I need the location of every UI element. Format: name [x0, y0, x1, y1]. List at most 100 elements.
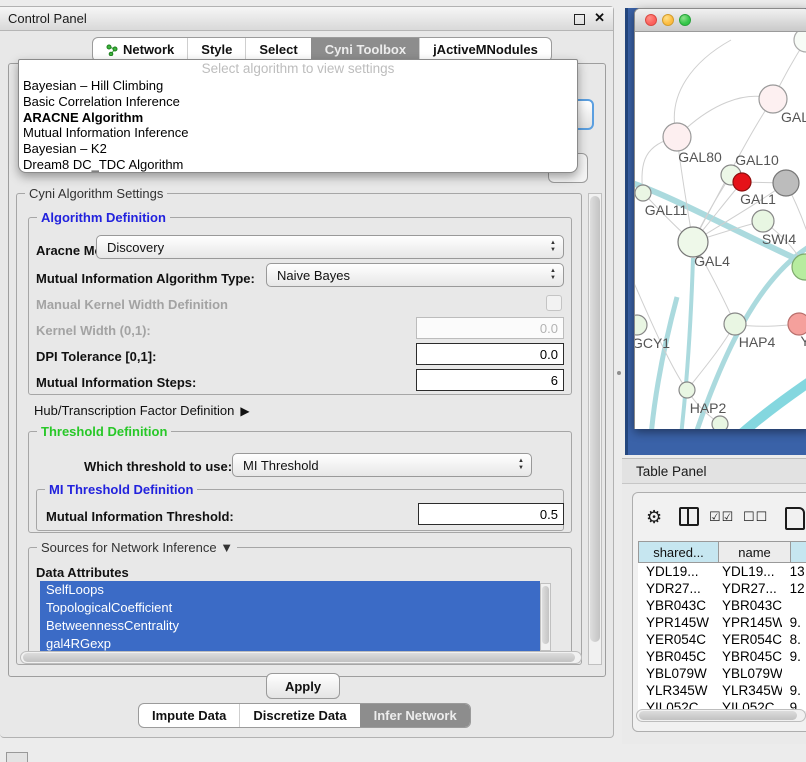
table-horizontal-scrollbar[interactable] [636, 709, 806, 722]
table-row[interactable]: YPR145WYPR145W9. [638, 614, 806, 631]
tab-cyni-toolbox[interactable]: Cyni Toolbox [311, 38, 419, 61]
collapse-down-icon: ▼ [220, 540, 233, 555]
column-header[interactable]: name [719, 541, 791, 563]
table-row[interactable]: YDR27...YDR27...12 [638, 580, 806, 597]
gear-icon[interactable]: ⚙ [646, 507, 662, 527]
node-hap4[interactable] [724, 313, 746, 335]
algorithm-option[interactable]: Basic Correlation Inference [19, 94, 577, 110]
data-attributes-list[interactable]: SelfLoopsTopologicalCoefficientBetweenne… [40, 581, 540, 653]
node-bottom[interactable] [712, 416, 728, 429]
algorithm-option[interactable]: ARACNE Algorithm [19, 110, 577, 126]
attributes-scrollbar-thumb[interactable] [542, 586, 549, 644]
export-table-icon[interactable] [785, 507, 805, 530]
node-salmon[interactable] [788, 313, 806, 335]
node-gcy1[interactable] [635, 315, 647, 335]
mi-steps-label: Mutual Information Steps: [36, 375, 196, 390]
table-cell: 12 [782, 581, 806, 596]
mi-threshold-field[interactable] [418, 503, 564, 525]
node-label: SWI4 [762, 231, 796, 247]
table-row[interactable]: YDL19...YDL19...13 [638, 563, 806, 580]
table-header-row: shared...nameA [638, 541, 806, 563]
network-canvas[interactable]: GALGAL80GAL10GAL1GAL11SWI4GAL4GCY1HAP4YH… [635, 32, 806, 429]
algorithm-option[interactable]: Bayesian – K2 [19, 141, 577, 157]
float-window-icon[interactable] [574, 14, 585, 25]
hub-definition-expander[interactable]: Hub/Transcription Factor Definition▶ [34, 403, 250, 418]
mac-zoom-icon[interactable] [679, 14, 691, 26]
control-panel: Control Panel ✕ NetworkStyleSelectCyni T… [0, 6, 614, 738]
attribute-item[interactable]: BetweennessCentrality [40, 617, 540, 635]
dpi-tolerance-field[interactable] [416, 343, 564, 365]
tab-style[interactable]: Style [187, 38, 245, 61]
kernel-width-label: Kernel Width (0,1): [36, 323, 151, 338]
table-hscrollbar-thumb[interactable] [639, 711, 797, 720]
tab-infer-network[interactable]: Infer Network [360, 704, 470, 727]
threshold-definition-legend: Threshold Definition [37, 424, 171, 439]
close-icon[interactable]: ✕ [594, 10, 605, 26]
column-header[interactable]: shared... [638, 541, 719, 563]
table-row[interactable]: YER054CYER054C8. [638, 631, 806, 648]
deselect-all-checkboxes-icon[interactable]: ☐☐ [743, 509, 768, 525]
table-row[interactable]: YBL079WYBL079W [638, 665, 806, 682]
node-label: GAL11 [645, 202, 688, 218]
mac-close-icon[interactable] [645, 14, 657, 26]
settings-vertical-scrollbar[interactable] [588, 193, 602, 665]
attributes-vertical-scrollbar[interactable] [540, 583, 551, 651]
table-row[interactable]: YLR345WYLR345W9. [638, 682, 806, 699]
aracne-mode-combo[interactable]: Discovery ▲▼ [96, 235, 564, 259]
attribute-item[interactable]: TopologicalCoefficient [40, 599, 540, 617]
tab-discretize-data[interactable]: Discretize Data [239, 704, 359, 727]
control-panel-titlebar: Control Panel ✕ [0, 7, 613, 31]
columns-icon[interactable] [679, 507, 699, 526]
mi-type-combo[interactable]: Naive Bayes ▲▼ [266, 263, 564, 287]
kernel-width-field[interactable] [416, 317, 564, 339]
table-cell: YDL19... [638, 564, 714, 579]
mi-threshold-label: Mutual Information Threshold: [46, 509, 234, 524]
table-row[interactable]: YBR045CYBR045C9. [638, 648, 806, 665]
tab-jactivemnodules[interactable]: jActiveMNodules [419, 38, 551, 61]
node-gray[interactable] [773, 170, 799, 196]
apply-button[interactable]: Apply [266, 673, 340, 699]
table-panel-titlebar: Table Panel [622, 458, 806, 484]
split-pane-handle[interactable] [617, 371, 621, 375]
settings-horizontal-scrollbar[interactable] [20, 651, 582, 664]
tab-impute-data[interactable]: Impute Data [139, 704, 239, 727]
settings-scrollbar-thumb[interactable] [590, 196, 600, 642]
table-cell: 13 [782, 564, 806, 579]
tab-select[interactable]: Select [245, 38, 310, 61]
table-cell: YBR043C [714, 598, 782, 613]
node-label: HAP4 [739, 334, 776, 350]
settings-hscrollbar-thumb[interactable] [23, 653, 575, 662]
column-header[interactable]: A [791, 541, 806, 563]
attribute-item[interactable]: SelfLoops [40, 581, 540, 599]
node-gal80[interactable] [663, 123, 691, 151]
algorithm-option[interactable]: Mutual Information Inference [19, 125, 577, 141]
combo-arrows-icon: ▲▼ [550, 268, 556, 282]
manual-kernel-checkbox[interactable] [546, 295, 562, 311]
network-window-titlebar[interactable] [635, 9, 806, 32]
mi-steps-field[interactable] [416, 369, 564, 391]
tab-network[interactable]: Network [93, 38, 187, 61]
table-cell: 9. [782, 649, 806, 664]
algorithm-option[interactable]: Bayesian – Hill Climbing [19, 78, 577, 94]
bottom-strip [0, 744, 806, 762]
which-threshold-combo[interactable]: MI Threshold ▲▼ [232, 453, 532, 477]
table-cell: YER054C [714, 632, 782, 647]
node-gal11[interactable] [635, 185, 651, 201]
node-table-card: ⚙ ☑☑ ☐☐ shared...nameA YDL19...YDL19...1… [632, 492, 806, 732]
minimized-panel-icon[interactable] [6, 752, 28, 762]
network-view-pane: GALGAL80GAL10GAL1GAL11SWI4GAL4GCY1HAP4YH… [625, 8, 806, 455]
sources-legend[interactable]: Sources for Network Inference ▼ [37, 540, 237, 555]
table-panel-title: Table Panel [622, 464, 707, 479]
network-icon [106, 44, 118, 56]
mac-minimize-icon[interactable] [662, 14, 674, 26]
table-row[interactable]: YBR043CYBR043C [638, 597, 806, 614]
node-top-right[interactable] [794, 32, 806, 52]
cyni-settings-legend: Cyni Algorithm Settings [25, 186, 167, 201]
node-gal1[interactable] [752, 210, 774, 232]
network-edge [651, 297, 677, 429]
node-red[interactable] [733, 173, 751, 191]
table-cell: YER054C [638, 632, 714, 647]
select-all-checkboxes-icon[interactable]: ☑☑ [709, 509, 734, 525]
node-hap2[interactable] [679, 382, 695, 398]
algorithm-option[interactable]: Dream8 DC_TDC Algorithm [19, 157, 577, 173]
